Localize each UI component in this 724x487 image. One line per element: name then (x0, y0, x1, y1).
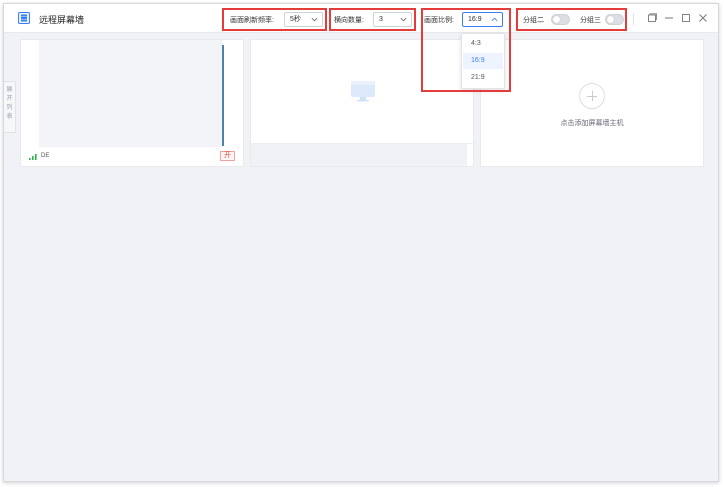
screen-tile[interactable] (250, 39, 474, 167)
ratio-value: 16:9 (468, 16, 482, 23)
screen-tile[interactable]: DE 开 (20, 39, 244, 167)
ratio-option-4-3[interactable]: 4:3 (463, 36, 503, 52)
ratio-option-21-9[interactable]: 21:9 (463, 70, 503, 86)
chevron-down-icon (400, 17, 407, 22)
title-divider (633, 13, 634, 25)
refresh-rate-label: 画面刷新频率: (230, 17, 274, 24)
tile-footer: DE 开 (21, 147, 243, 166)
group3-toggle[interactable] (605, 14, 624, 25)
ratio-select[interactable]: 16:9 (462, 12, 503, 27)
columns-value: 3 (379, 16, 383, 23)
title-bar: 远程屏幕墙 画面刷新频率: 5秒 横向数量: 3 画面比例: 16:9 分组二 … (4, 4, 718, 33)
ratio-label: 画面比例: (424, 17, 454, 24)
group2-label: 分组二 (523, 17, 544, 24)
host-name: DE (41, 153, 50, 159)
monitor-icon (351, 81, 375, 102)
status-badge[interactable]: 开 (220, 151, 235, 161)
refresh-rate-select[interactable]: 5秒 (284, 12, 323, 27)
app-logo-icon (18, 12, 30, 24)
toggle-knob (607, 16, 614, 23)
minimize-icon[interactable] (663, 12, 675, 24)
chevron-up-icon (491, 17, 498, 22)
tile-footer (251, 144, 467, 166)
signal-icon (29, 154, 37, 160)
ratio-dropdown: 4:3 16:9 21:9 (461, 33, 505, 89)
restore-window-icon[interactable] (646, 12, 658, 24)
group2-toggle[interactable] (551, 14, 570, 25)
toggle-knob (553, 16, 560, 23)
group3-label: 分组三 (580, 17, 601, 24)
app-title: 远程屏幕墙 (39, 15, 85, 25)
maximize-icon[interactable] (680, 12, 692, 24)
app-window: 远程屏幕墙 画面刷新频率: 5秒 横向数量: 3 画面比例: 16:9 分组二 … (3, 3, 719, 482)
columns-label: 横向数量: (334, 17, 364, 24)
add-host-tile[interactable]: 点击添加屏幕墙主机 (480, 39, 704, 167)
close-icon[interactable] (697, 12, 709, 24)
plus-icon[interactable] (579, 83, 605, 109)
preview-edge (222, 45, 224, 146)
columns-select[interactable]: 3 (373, 12, 412, 27)
chevron-down-icon (311, 17, 318, 22)
ratio-option-16-9[interactable]: 16:9 (463, 53, 503, 69)
screen-preview[interactable] (251, 40, 473, 144)
refresh-rate-value: 5秒 (290, 16, 301, 23)
add-host-label[interactable]: 点击添加屏幕墙主机 (481, 118, 703, 128)
screen-preview[interactable] (39, 40, 223, 147)
expand-list-tab[interactable]: 展开列表 (4, 81, 16, 133)
